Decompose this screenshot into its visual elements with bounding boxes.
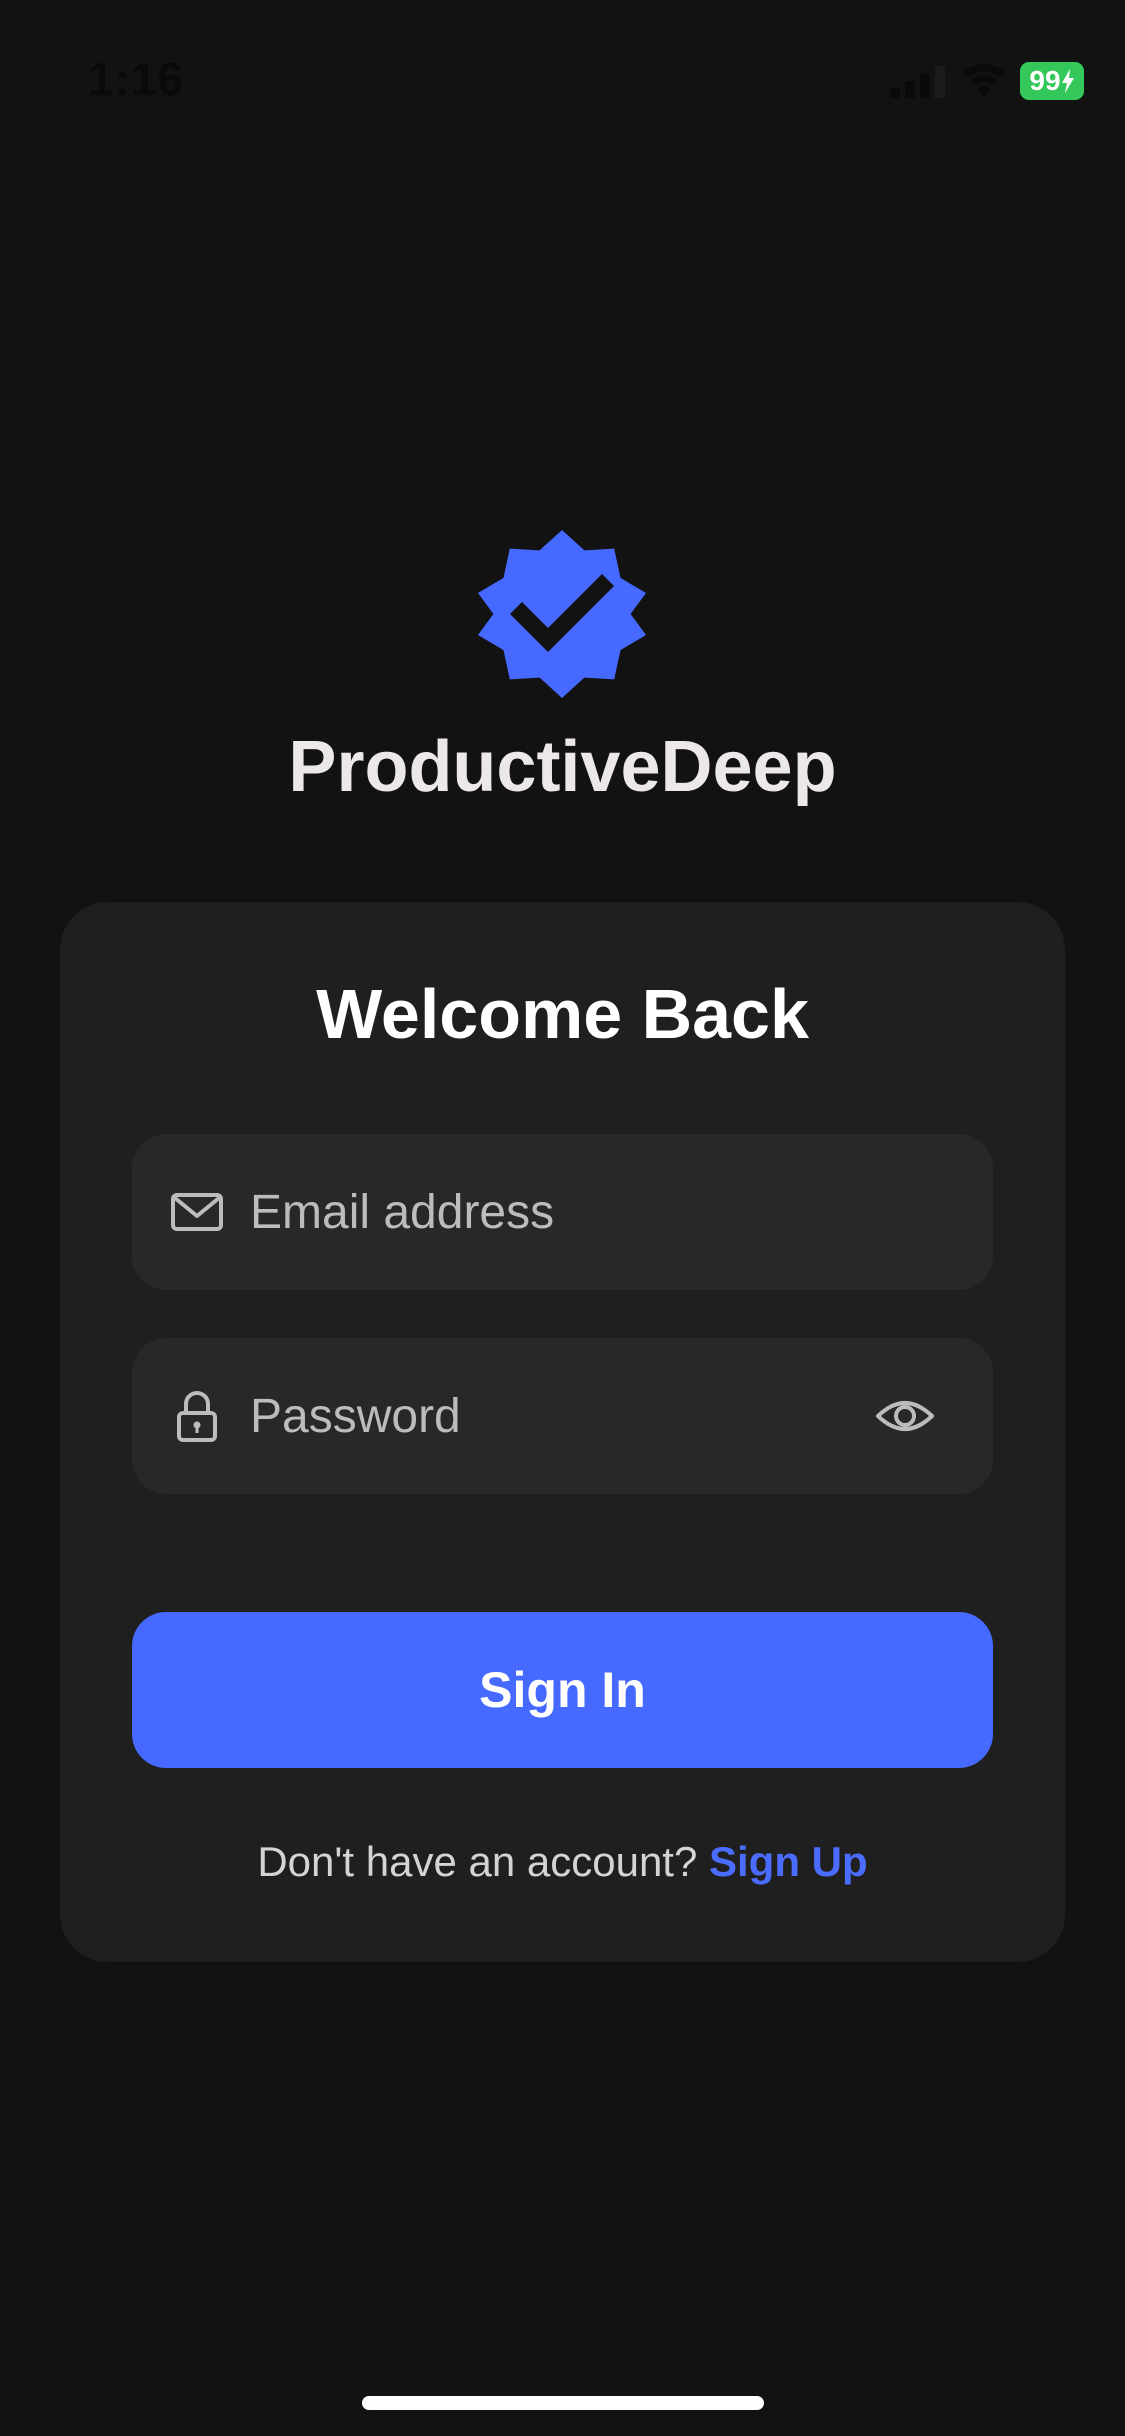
battery-indicator: 99 (1020, 62, 1084, 100)
sign-up-prompt: Don't have an account? (257, 1838, 709, 1885)
status-bar: 1:16 99 (0, 0, 1125, 150)
status-time: 1:16 (88, 53, 185, 105)
email-field[interactable] (132, 1134, 993, 1290)
home-indicator[interactable] (362, 2396, 764, 2410)
login-card: Welcome Back Sign In Don't have an accou… (60, 902, 1065, 1962)
eye-icon[interactable] (875, 1386, 935, 1446)
password-input[interactable] (250, 1338, 890, 1494)
wifi-icon (962, 63, 1006, 96)
app-name: ProductiveDeep (288, 727, 837, 807)
sign-in-button[interactable]: Sign In (132, 1612, 993, 1768)
email-input[interactable] (250, 1134, 890, 1290)
sign-up-link[interactable]: Sign Up (709, 1838, 868, 1885)
sign-up-prompt-row: Don't have an account? Sign Up (60, 1838, 1065, 1886)
verified-badge-check-icon (478, 530, 646, 698)
mail-icon (171, 1193, 223, 1231)
login-title: Welcome Back (316, 975, 809, 1053)
password-field[interactable] (132, 1338, 993, 1494)
charging-bolt-icon (1061, 69, 1074, 93)
lock-icon (177, 1391, 217, 1442)
cellular-signal-icon (890, 66, 945, 98)
battery-level: 99 (1029, 65, 1061, 96)
